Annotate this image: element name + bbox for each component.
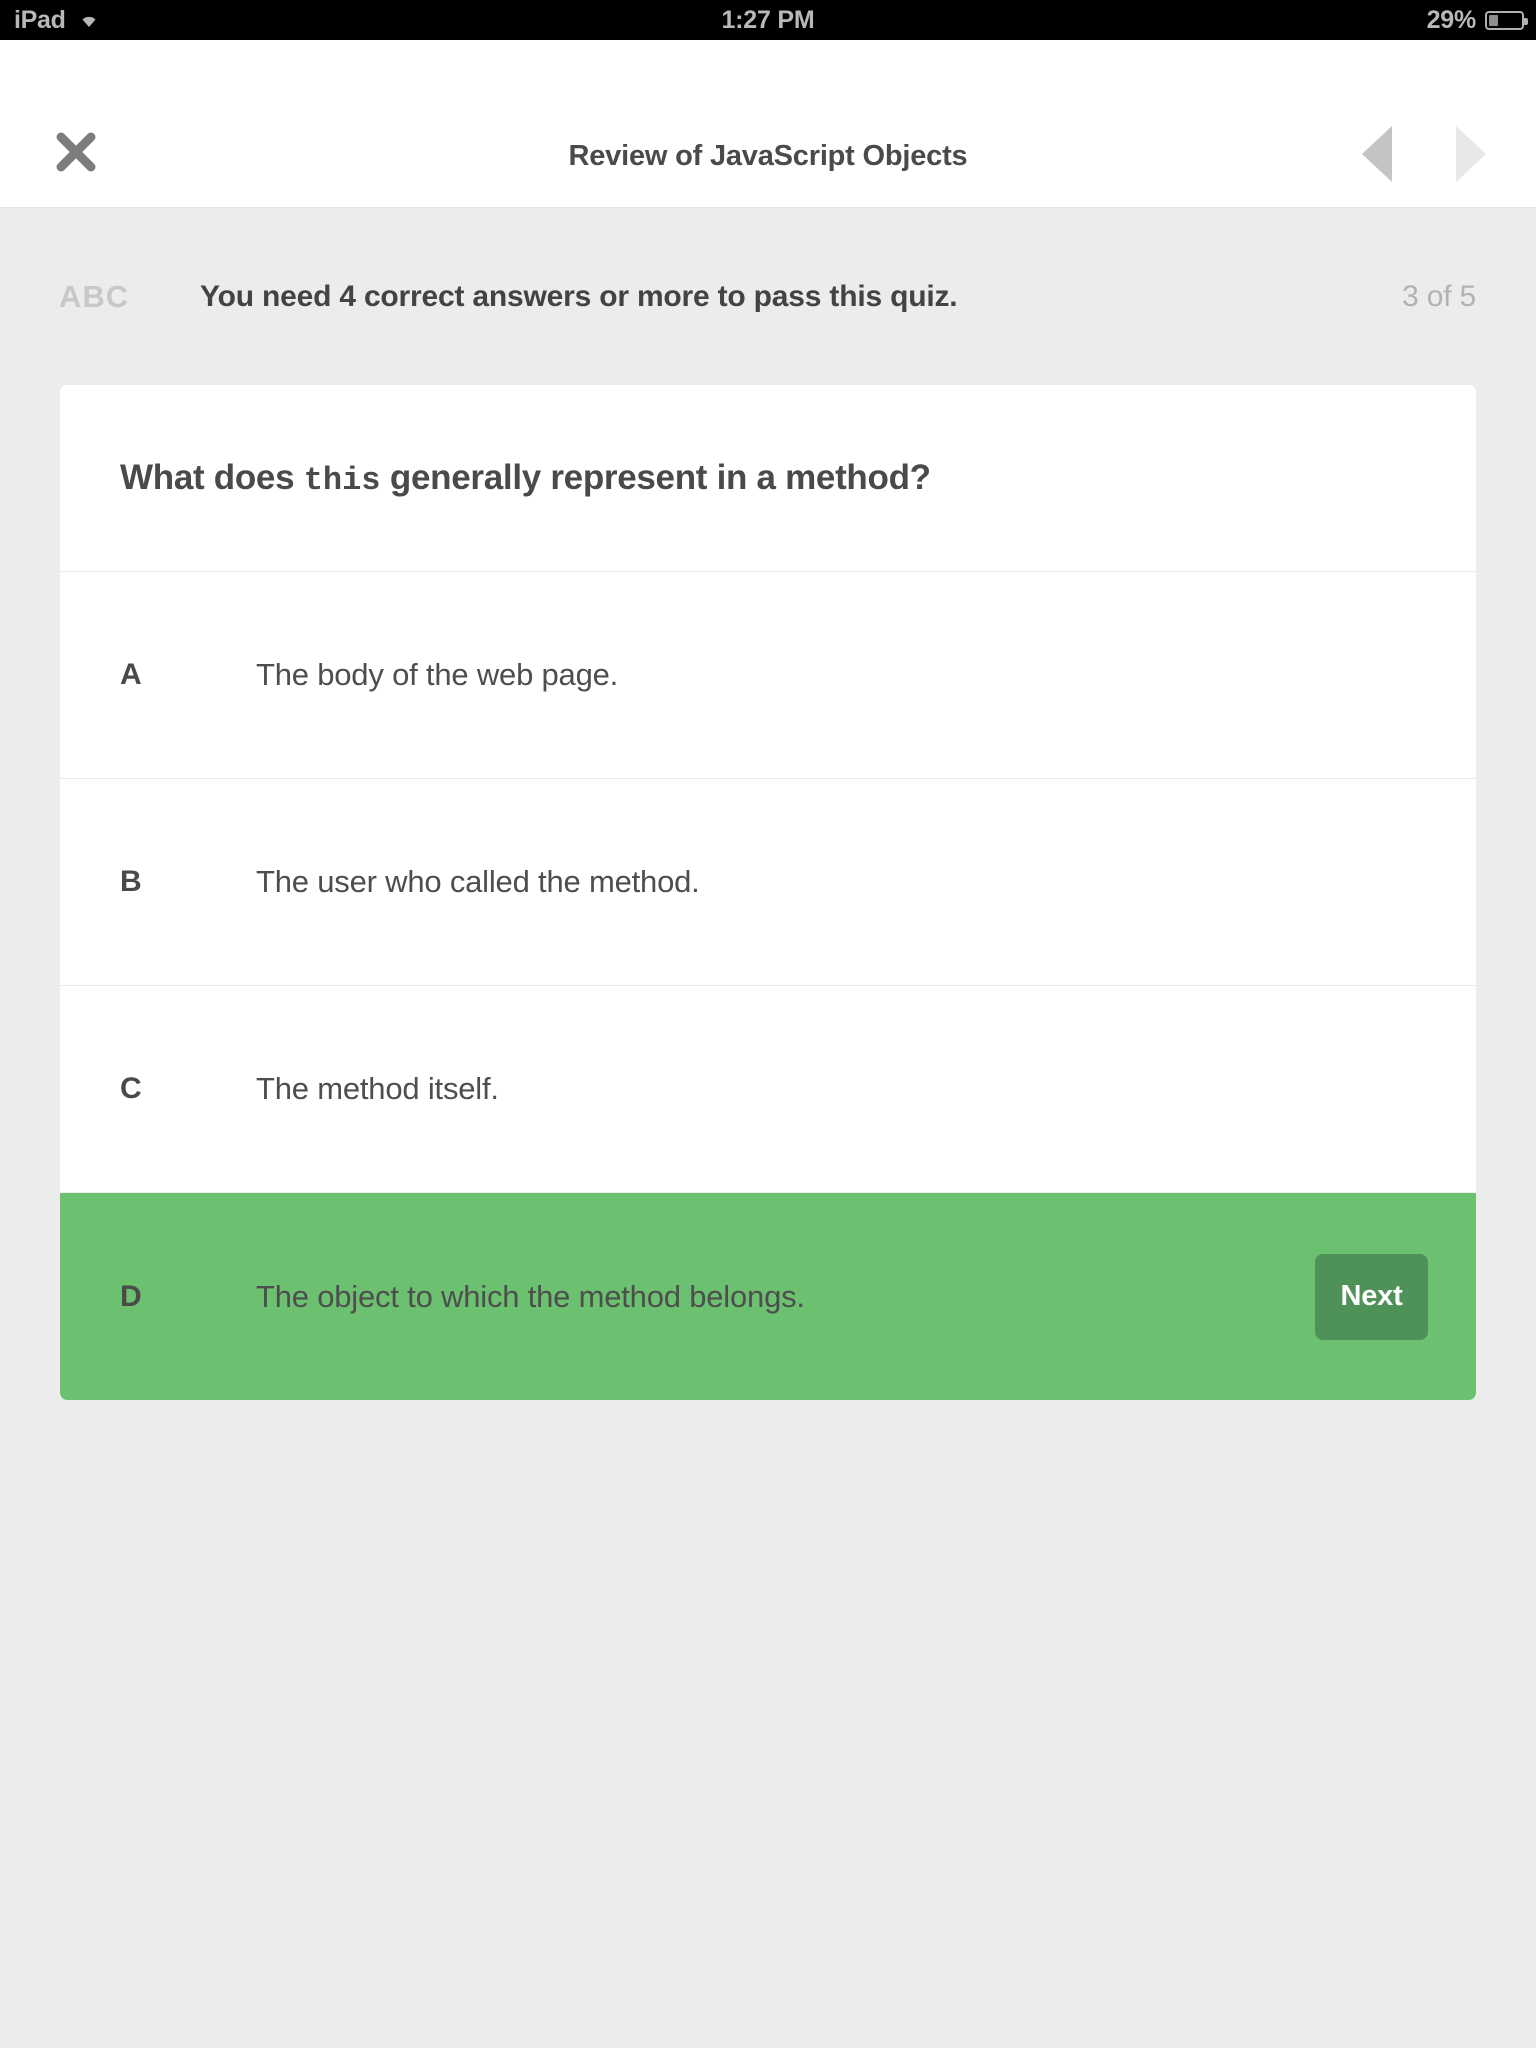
question-progress: 3 of 5 — [1402, 280, 1476, 313]
battery-icon — [1485, 10, 1528, 30]
status-bar-right: 29% — [1426, 5, 1528, 35]
question-block: What does this generally represent in a … — [60, 385, 1476, 572]
navigation-bar: Review of JavaScript Objects — [0, 40, 1536, 208]
answer-text: The body of the web page. — [256, 657, 619, 692]
answer-option-c[interactable]: C The method itself. — [60, 986, 1476, 1193]
question-prefix: What does — [120, 457, 304, 497]
answer-letter: D — [120, 1279, 142, 1313]
question-code-token: this — [303, 461, 381, 499]
abc-badge: ABC — [59, 279, 130, 314]
triangle-right-icon — [1456, 126, 1486, 182]
navigation-arrows — [1356, 126, 1492, 182]
status-bar: iPad 1:27 PM 29% — [0, 0, 1536, 40]
answer-text: The user who called the method. — [256, 864, 700, 899]
status-bar-clock: 1:27 PM — [721, 5, 815, 34]
quiz-meta-row: ABC You need 4 correct answers or more t… — [0, 209, 1536, 385]
answer-letter: C — [120, 1072, 142, 1105]
answer-option-a[interactable]: A The body of the web page. — [60, 572, 1476, 779]
question-text: What does this generally represent in a … — [120, 458, 931, 499]
battery-fill — [1489, 14, 1498, 26]
next-question-button[interactable] — [1450, 126, 1492, 182]
answer-option-d[interactable]: D The object to which the method belongs… — [60, 1193, 1476, 1400]
next-button[interactable]: Next — [1315, 1253, 1428, 1340]
answer-text: The object to which the method belongs. — [256, 1278, 805, 1314]
answer-letter: A — [120, 658, 142, 691]
battery-percent-label: 29% — [1426, 5, 1477, 34]
ipad-screen: iPad 1:27 PM 29% Review of JavaScript Ob… — [0, 0, 1536, 2048]
answer-option-b[interactable]: B The user who called the method. — [60, 779, 1476, 986]
answer-text: The method itself. — [256, 1071, 499, 1106]
question-suffix: generally represent in a method? — [380, 457, 931, 497]
triangle-left-icon — [1362, 126, 1392, 182]
page-title: Review of JavaScript Objects — [568, 140, 968, 172]
answer-letter: B — [120, 865, 142, 898]
previous-question-button[interactable] — [1356, 126, 1398, 182]
pass-requirement-text: You need 4 correct answers or more to pa… — [200, 280, 958, 313]
question-card: What does this generally represent in a … — [60, 385, 1476, 1400]
